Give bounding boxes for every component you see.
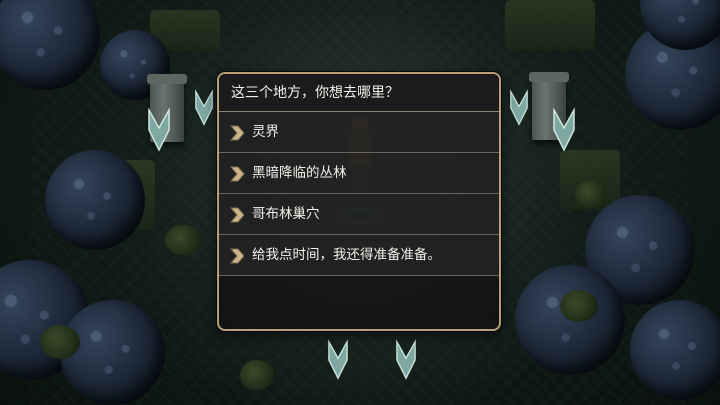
chevron-right-icon [229,248,245,264]
tree [60,300,165,405]
crystal-marker-icon [396,339,416,380]
chevron-right-icon [229,125,245,141]
choice-label: 黑暗降临的丛林 [252,165,347,181]
crystal-marker-icon [328,339,348,380]
choice-label: 给我点时间，我还得准备准备。 [252,247,441,263]
bush [575,180,605,208]
choice-option-goblin-nest[interactable]: 哥布林巢穴 [219,194,499,235]
choice-dialog: 这三个地方，你想去哪里？ 灵界 黑暗降临的丛林 哥布林巢穴 给我点时间，我还得准… [217,72,501,331]
tree [45,150,145,250]
dialog-prompt: 这三个地方，你想去哪里？ [219,74,499,112]
crystal-marker-icon [553,108,575,152]
choice-option-spirit-realm[interactable]: 灵界 [219,112,499,153]
crystal-marker-icon [195,89,213,126]
bush [165,225,201,255]
chevron-right-icon [229,166,245,182]
choice-option-dark-jungle[interactable]: 黑暗降临的丛林 [219,153,499,194]
bush [560,290,598,322]
chevron-right-icon [229,207,245,223]
bush [40,325,80,359]
crystal-marker-icon [148,108,170,152]
choice-option-not-yet[interactable]: 给我点时间，我还得准备准备。 [219,235,499,276]
choice-label: 哥布林巢穴 [252,206,320,222]
game-scene: 这三个地方，你想去哪里？ 灵界 黑暗降临的丛林 哥布林巢穴 给我点时间，我还得准… [0,0,720,405]
crystal-marker-icon [510,89,528,126]
choice-label: 灵界 [252,124,279,140]
hedge [505,0,595,50]
tree [630,300,720,400]
bush [240,360,274,390]
